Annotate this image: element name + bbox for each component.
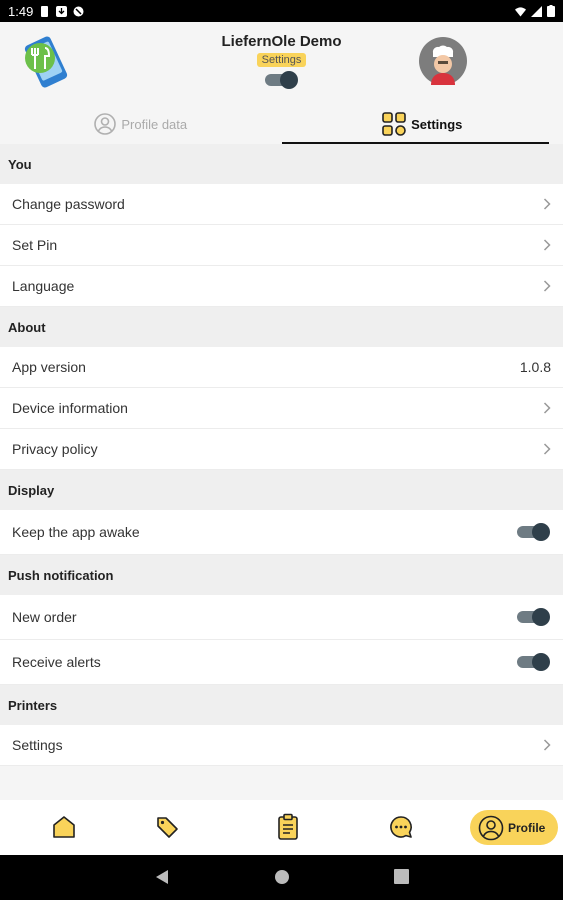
nav-profile-label: Profile: [508, 820, 546, 835]
section-you: You: [0, 144, 563, 184]
set-pin-label: Set Pin: [12, 237, 58, 253]
app-version-label: App version: [12, 359, 86, 375]
tab-settings[interactable]: Settings: [281, 104, 563, 145]
chevron-right-icon: [543, 198, 551, 210]
app-version-row: App version 1.0.8: [0, 347, 563, 388]
privacy-policy-label: Privacy policy: [12, 441, 98, 457]
home-icon: [53, 816, 75, 838]
grid-icon: [382, 112, 406, 136]
keep-awake-toggle[interactable]: [517, 522, 551, 542]
chef-avatar[interactable]: [419, 37, 467, 85]
language-label: Language: [12, 278, 75, 294]
status-time: 1:49: [8, 3, 34, 19]
receive-alerts-label: Receive alerts: [12, 654, 101, 670]
new-order-label: New order: [12, 609, 77, 625]
tab-profile-data[interactable]: Profile data: [0, 104, 282, 144]
battery-icon: [547, 5, 555, 17]
nav-orders[interactable]: [273, 812, 303, 842]
settings-list: You Change password Set Pin Language Abo…: [0, 144, 563, 766]
tab-settings-label: Settings: [411, 116, 463, 132]
chat-icon: [390, 816, 412, 838]
settings-badge: Settings: [256, 53, 307, 67]
sim-icon: [41, 5, 49, 17]
printer-settings-row[interactable]: Settings: [0, 725, 563, 766]
section-display: Display: [0, 470, 563, 510]
nav-chat[interactable]: [386, 812, 416, 842]
change-password-row[interactable]: Change password: [0, 184, 563, 225]
status-bar: 1:49: [0, 0, 563, 22]
app-title: LiefernOle Demo: [221, 33, 342, 50]
language-row[interactable]: Language: [0, 266, 563, 307]
nav-home[interactable]: [49, 812, 79, 842]
keep-awake-row: Keep the app awake: [0, 510, 563, 555]
wifi-icon: [515, 6, 526, 17]
tab-profile-data-label: Profile data: [121, 116, 188, 132]
chevron-right-icon: [543, 739, 551, 751]
clipboard-icon: [278, 813, 298, 840]
bottom-navigation: Profile: [0, 800, 563, 855]
nav-offers[interactable]: [152, 812, 182, 842]
profile-tabs: Profile data Settings: [0, 104, 563, 145]
tag-icon: [157, 817, 178, 838]
device-information-row[interactable]: Device information: [0, 388, 563, 429]
section-printers: Printers: [0, 685, 563, 725]
header-toggle[interactable]: [265, 70, 299, 90]
section-about: About: [0, 307, 563, 347]
receive-alerts-toggle[interactable]: [517, 652, 551, 672]
user-circle-icon: [478, 815, 504, 840]
signal-icon: [531, 5, 542, 17]
back-icon[interactable]: [154, 869, 170, 885]
nav-profile[interactable]: Profile: [470, 810, 558, 845]
app-version-value: 1.0.8: [519, 359, 551, 375]
profile-header: LiefernOle Demo Settings Profile data Se…: [0, 22, 563, 145]
new-order-row: New order: [0, 595, 563, 640]
device-information-label: Device information: [12, 400, 128, 416]
home-button-icon[interactable]: [274, 869, 290, 885]
user-circle-icon: [94, 113, 117, 135]
section-push-notification: Push notification: [0, 555, 563, 595]
recents-icon[interactable]: [394, 869, 409, 884]
keep-awake-label: Keep the app awake: [12, 524, 140, 540]
chevron-right-icon: [543, 402, 551, 414]
receive-alerts-row: Receive alerts: [0, 640, 563, 685]
chevron-right-icon: [543, 280, 551, 292]
set-pin-row[interactable]: Set Pin: [0, 225, 563, 266]
printer-settings-label: Settings: [12, 737, 63, 753]
system-navigation-bar: [0, 855, 563, 900]
data-saver-icon: [73, 6, 84, 16]
chevron-right-icon: [543, 239, 551, 251]
download-icon: [56, 5, 68, 17]
change-password-label: Change password: [12, 196, 125, 212]
privacy-policy-row[interactable]: Privacy policy: [0, 429, 563, 470]
chevron-right-icon: [543, 443, 551, 455]
new-order-toggle[interactable]: [517, 607, 551, 627]
